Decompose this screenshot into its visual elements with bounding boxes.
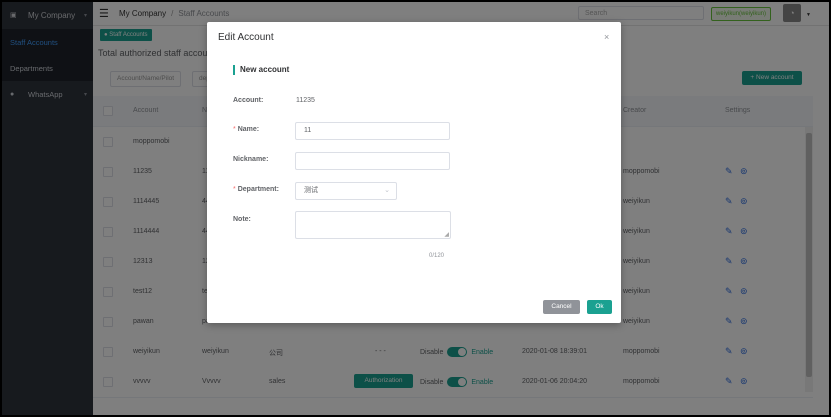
- close-icon[interactable]: ×: [604, 32, 609, 42]
- note-char-counter: 0/120: [429, 253, 445, 259]
- required-mark: *: [233, 126, 236, 133]
- resize-handle-icon[interactable]: ◢: [444, 231, 449, 238]
- required-mark: *: [233, 186, 236, 193]
- name-label: * Name:: [233, 126, 259, 133]
- cancel-button[interactable]: Cancel: [543, 300, 580, 314]
- dialog-title: Edit Account: [218, 32, 274, 43]
- department-selected-value: 测试: [304, 187, 318, 194]
- note-textarea[interactable]: ◢: [295, 211, 451, 239]
- department-label: * Department:: [233, 186, 279, 193]
- name-label-text: Name:: [237, 126, 260, 133]
- chevron-down-icon: ⌄: [384, 187, 390, 194]
- section-accent-bar: [233, 65, 235, 75]
- account-label: Account:: [233, 97, 264, 104]
- section-title: New account: [240, 65, 290, 74]
- department-select[interactable]: 测试 ⌄: [295, 182, 397, 200]
- ok-button[interactable]: Ok: [587, 300, 612, 314]
- name-input[interactable]: 11: [295, 122, 450, 140]
- account-value: 11235: [296, 97, 315, 104]
- note-label: Note:: [233, 216, 251, 223]
- nickname-input[interactable]: [295, 152, 450, 170]
- nickname-label: Nickname:: [233, 156, 269, 163]
- app-window: ▣ My Company ▾ Staff Accounts Department…: [2, 2, 829, 415]
- department-label-text: Department:: [237, 186, 279, 193]
- edit-account-dialog: Edit Account × New account Account: 1123…: [207, 22, 621, 323]
